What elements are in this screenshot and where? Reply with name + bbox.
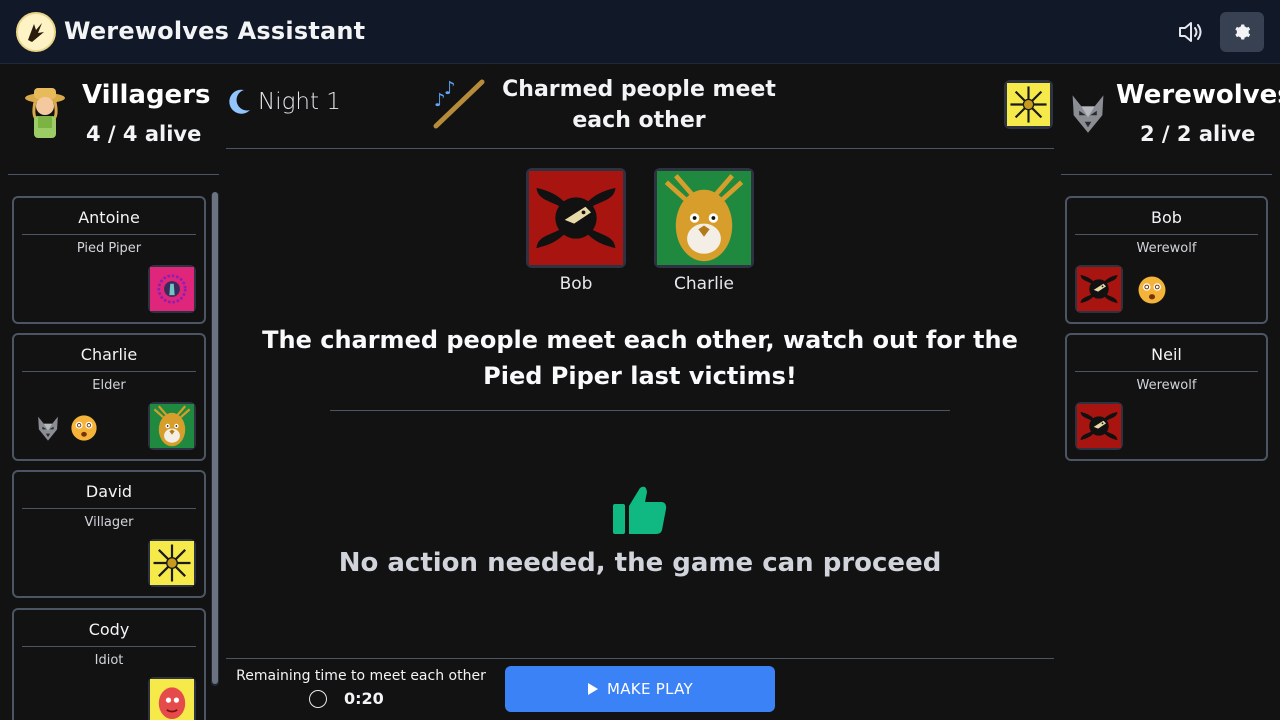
villagers-alive-count: 4 / 4 alive <box>86 122 202 146</box>
selected-player-charlie[interactable]: Charlie <box>654 168 754 294</box>
villager-card-icon <box>148 539 196 587</box>
villagers-team-name: Villagers <box>82 80 211 110</box>
player-name: Charlie <box>80 345 138 364</box>
villager-icon <box>24 86 66 142</box>
player-card-david[interactable]: David Villager <box>12 470 206 598</box>
player-role: Pied Piper <box>76 241 142 256</box>
svg-text:♪: ♪ <box>444 78 456 99</box>
player-card-bob[interactable]: Bob Werewolf <box>1065 196 1268 324</box>
player-divider <box>1075 234 1258 235</box>
charmed-icon <box>70 414 98 442</box>
werewolves-alive-count: 2 / 2 alive <box>1140 122 1256 146</box>
selected-player-name: Charlie <box>674 274 734 294</box>
night-indicator: Night 1 <box>226 88 341 116</box>
moon-icon <box>229 89 250 114</box>
elder-card-icon <box>148 402 196 450</box>
gear-icon <box>1235 24 1251 40</box>
player-name: Antoine <box>78 208 140 227</box>
night-label: Night 1 <box>258 89 341 115</box>
flute-icon: ♪ ♪ <box>430 76 488 132</box>
message-divider <box>330 410 950 411</box>
phase-message: The charmed people meet each other, watc… <box>262 326 1018 390</box>
player-divider <box>22 646 196 647</box>
player-role: Werewolf <box>1136 241 1197 256</box>
werewolf-head-icon <box>1066 86 1110 140</box>
sound-button[interactable] <box>1170 12 1212 52</box>
werewolf-logo-icon[interactable] <box>16 12 56 52</box>
thumbs-up-icon <box>610 484 670 536</box>
player-divider <box>1075 371 1258 372</box>
player-name: David <box>85 482 133 501</box>
idiot-card-icon <box>148 677 196 720</box>
timer-label: Remaining time to meet each other <box>236 668 486 684</box>
sun-card-icon <box>1004 80 1053 129</box>
player-role: Idiot <box>94 653 124 668</box>
player-role: Villager <box>84 515 134 530</box>
werewolf-card-icon <box>1075 402 1123 450</box>
player-name: Neil <box>1151 345 1182 364</box>
player-name: Bob <box>1151 208 1182 227</box>
app-title[interactable]: Werewolves Assistant <box>64 17 365 45</box>
player-card-charlie[interactable]: Charlie Elder <box>12 333 206 461</box>
play-icon <box>588 683 598 695</box>
speaker-icon <box>1179 22 1202 42</box>
center-top-divider <box>226 148 1054 149</box>
selected-player-name: Bob <box>559 274 593 294</box>
phase-title: Charmed people meet each other <box>502 77 776 133</box>
player-divider <box>22 234 196 235</box>
no-action-text: No action needed, the game can proceed <box>338 548 942 578</box>
player-list-scroll-thumb[interactable] <box>212 192 218 684</box>
pied-piper-card-icon <box>148 265 196 313</box>
left-divider <box>8 174 219 175</box>
timer-value: 0:20 <box>344 689 384 708</box>
make-play-button[interactable]: MAKE PLAY <box>505 666 775 712</box>
werewolf-card-icon <box>1075 265 1123 313</box>
player-divider <box>22 371 196 372</box>
make-play-label: MAKE PLAY <box>607 680 693 698</box>
elder-card-icon <box>654 168 754 268</box>
player-card-antoine[interactable]: Antoine Pied Piper <box>12 196 206 324</box>
right-divider <box>1061 174 1272 175</box>
werewolves-team-name: Werewolves <box>1116 80 1280 110</box>
app-header: Werewolves Assistant <box>0 0 1280 64</box>
player-divider <box>22 508 196 509</box>
selected-player-bob[interactable]: Bob <box>526 168 626 294</box>
player-role: Werewolf <box>1136 378 1197 393</box>
settings-button[interactable] <box>1220 12 1264 52</box>
player-role: Elder <box>92 378 126 393</box>
player-card-cody[interactable]: Cody Idiot <box>12 608 206 720</box>
werewolf-card-icon <box>526 168 626 268</box>
charmed-icon <box>1137 275 1165 303</box>
eaten-by-werewolves-icon <box>34 414 62 442</box>
player-card-neil[interactable]: Neil Werewolf <box>1065 333 1268 461</box>
timer-progress-icon <box>309 690 327 708</box>
footer-divider <box>226 658 1054 659</box>
player-name: Cody <box>88 620 130 639</box>
